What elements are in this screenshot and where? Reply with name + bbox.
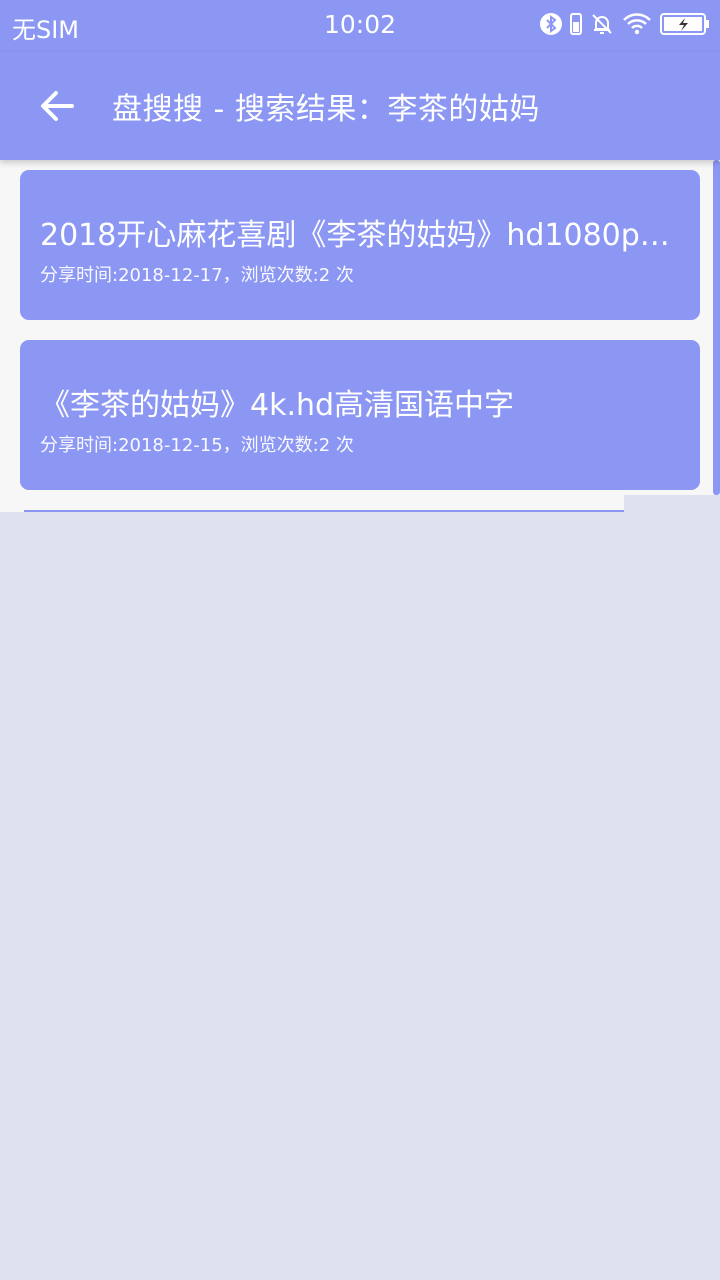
status-bar: 无SIM 10:02	[0, 0, 720, 52]
vibrate-icon	[570, 12, 582, 40]
app-bar: 盘搜搜 - 搜索结果：李茶的姑妈	[0, 52, 720, 160]
result-card[interactable]: 《李茶的姑妈》4k.hd高清国语中字 分享时间:2018-12-15，浏览次数:…	[20, 340, 700, 490]
result-title: 2018开心麻花喜剧《李茶的姑妈》hd1080p国语中字	[40, 218, 680, 253]
alarm-off-icon	[590, 12, 614, 40]
result-card-partial[interactable]	[24, 510, 624, 512]
result-meta: 分享时间:2018-12-17，浏览次数:2 次	[40, 265, 354, 286]
page-title: 盘搜搜 - 搜索结果：李茶的姑妈	[112, 92, 540, 127]
scrollbar[interactable]	[713, 160, 720, 495]
back-button[interactable]	[32, 80, 84, 132]
wifi-icon	[622, 12, 652, 40]
bluetooth-icon	[540, 12, 562, 40]
arrow-left-icon	[32, 91, 84, 136]
results-list[interactable]: 2018开心麻花喜剧《李茶的姑妈》hd1080p国语中字 分享时间:2018-1…	[0, 160, 720, 512]
result-card[interactable]: 2018开心麻花喜剧《李茶的姑妈》hd1080p国语中字 分享时间:2018-1…	[20, 170, 700, 320]
overlay-block	[624, 495, 720, 512]
battery-charging-icon	[660, 12, 710, 40]
status-icons	[540, 12, 710, 40]
result-meta: 分享时间:2018-12-15，浏览次数:2 次	[40, 435, 354, 456]
result-title: 《李茶的姑妈》4k.hd高清国语中字	[40, 388, 515, 423]
